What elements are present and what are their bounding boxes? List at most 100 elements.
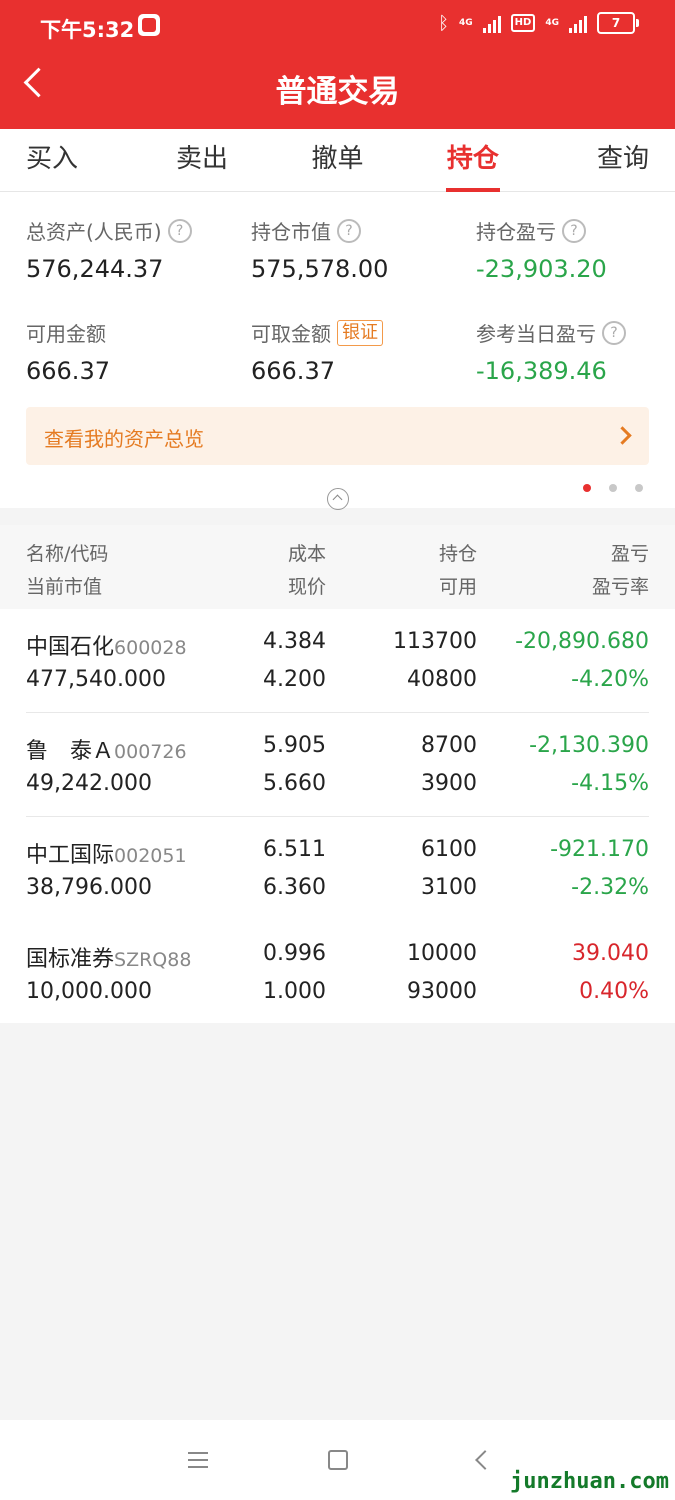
pnl-rate-value: -4.15%: [571, 771, 649, 796]
asset-overview-banner[interactable]: 查看我的资产总览: [26, 407, 649, 465]
stock-name: 国标准券: [26, 947, 115, 972]
available-value: 3100: [421, 875, 477, 900]
position-pnl-cell: 持仓盈亏? -23,903.20: [476, 216, 675, 283]
price-value: 5.660: [263, 771, 326, 796]
market-value-value: 575,578.00: [251, 255, 389, 283]
home-icon[interactable]: [328, 1450, 348, 1470]
table-row[interactable]: 中国石化600028 4.384 113700 -20,890.680 477,…: [0, 609, 675, 713]
menu-icon[interactable]: [188, 1452, 208, 1473]
header-market-value: 当前市值: [26, 576, 103, 598]
watermark: junzhuan.com: [510, 1469, 669, 1494]
withdrawable-value: 666.37: [251, 357, 335, 385]
daily-pnl-label: 参考当日盈亏: [476, 322, 596, 346]
total-assets-label: 总资产(人民币): [26, 220, 162, 244]
header-available: 可用: [438, 576, 477, 598]
cost-value: 5.905: [263, 733, 326, 758]
pnl-rate-value: -4.20%: [571, 667, 649, 692]
cost-value: 6.511: [263, 837, 326, 862]
pnl-value: -2,130.390: [529, 733, 649, 758]
stock-code: 002051: [114, 845, 187, 867]
stock-code: 600028: [114, 637, 187, 659]
signal-icon-2: [569, 13, 587, 33]
holding-value: 113700: [393, 629, 477, 654]
tab-cancel[interactable]: 撤单: [270, 129, 405, 191]
cost-value: 0.996: [263, 941, 326, 966]
available-value: 93000: [407, 979, 477, 1004]
status-icons: ᛒ 4G HD 4G 7: [438, 12, 639, 34]
market-value: 38,796.000: [26, 875, 152, 900]
market-value: 10,000.000: [26, 979, 152, 1004]
daily-pnl-value: -16,389.46: [476, 357, 607, 385]
pnl-value: 39.040: [572, 941, 649, 966]
chevron-right-icon: [613, 426, 632, 445]
table-row[interactable]: 鲁 泰Ａ000726 5.905 8700 -2,130.390 49,242.…: [0, 713, 675, 817]
header-pnl: 盈亏: [610, 543, 649, 565]
app-notification-icon: [138, 14, 160, 36]
market-value-cell: 持仓市值? 575,578.00: [251, 216, 461, 283]
tab-sell[interactable]: 卖出: [134, 129, 269, 191]
asset-summary: 总资产(人民币)? 576,244.37 持仓市值? 575,578.00 持仓…: [0, 192, 675, 510]
nav-back-icon[interactable]: [475, 1450, 495, 1470]
trade-tabs: 买入 卖出 撤单 持仓 查询: [0, 129, 675, 192]
positions-list: 中国石化600028 4.384 113700 -20,890.680 477,…: [0, 609, 675, 1023]
market-value: 477,540.000: [26, 667, 166, 692]
stock-name: 鲁 泰Ａ: [26, 739, 115, 764]
app-header: 下午5:32 ᛒ 4G HD 4G 7 普通交易: [0, 0, 675, 129]
tab-positions[interactable]: 持仓: [405, 129, 540, 192]
stock-code: SZRQ88: [114, 949, 192, 971]
holding-value: 10000: [407, 941, 477, 966]
status-time: 下午5:32: [40, 18, 135, 42]
page-indicator: [583, 484, 643, 492]
header-pnl-rate: 盈亏率: [591, 576, 649, 598]
page-title: 普通交易: [275, 74, 400, 110]
bank-transfer-badge[interactable]: 银证: [337, 319, 383, 346]
pnl-rate-value: -2.32%: [571, 875, 649, 900]
market-value-label: 持仓市值: [251, 220, 331, 244]
available-value: 40800: [407, 667, 477, 692]
tab-query[interactable]: 查询: [541, 129, 675, 191]
holding-value: 8700: [421, 733, 477, 758]
price-value: 4.200: [263, 667, 326, 692]
stock-name: 中国石化: [26, 635, 115, 660]
signal-icon: [482, 13, 501, 33]
position-pnl-label: 持仓盈亏: [476, 220, 556, 244]
pnl-value: -921.170: [550, 837, 649, 862]
pnl-rate-value: 0.40%: [579, 979, 649, 1004]
help-icon[interactable]: ?: [602, 320, 626, 345]
asset-overview-label: 查看我的资产总览: [44, 427, 204, 451]
holding-value: 6100: [421, 837, 477, 862]
table-row[interactable]: 国标准券SZRQ88 0.996 10000 39.040 10,000.000…: [0, 921, 675, 1025]
position-pnl-value: -23,903.20: [476, 255, 607, 283]
cost-value: 4.384: [263, 629, 326, 654]
header-price: 现价: [287, 576, 326, 598]
help-icon[interactable]: ?: [562, 218, 586, 243]
daily-pnl-cell: 参考当日盈亏? -16,389.46: [476, 318, 675, 385]
help-icon[interactable]: ?: [337, 218, 361, 243]
header-holding: 持仓: [438, 543, 477, 565]
hd-icon: HD: [510, 14, 536, 32]
battery-icon: 7: [597, 12, 639, 34]
page-dot: [609, 484, 617, 492]
available-label: 可用金额: [26, 322, 106, 346]
tab-buy[interactable]: 买入: [0, 129, 134, 191]
collapse-up-icon[interactable]: [327, 488, 349, 510]
header-name-code: 名称/代码: [26, 543, 109, 565]
total-assets-value: 576,244.37: [26, 255, 164, 283]
withdrawable-cell: 可取金额 银证 666.37: [251, 318, 461, 385]
price-value: 1.000: [263, 979, 326, 1004]
positions-table-header: 名称/代码 成本 持仓 盈亏 当前市值 现价 可用 盈亏率: [0, 525, 675, 609]
withdrawable-label: 可取金额: [251, 322, 331, 346]
header-cost: 成本: [287, 543, 326, 565]
page-dot-active: [583, 484, 591, 492]
market-value: 49,242.000: [26, 771, 152, 796]
price-value: 6.360: [263, 875, 326, 900]
network-type-1: 4G: [459, 18, 473, 28]
stock-code: 000726: [114, 741, 187, 763]
page-dot: [635, 484, 643, 492]
available-value: 666.37: [26, 357, 110, 385]
available-value: 3900: [421, 771, 477, 796]
help-icon[interactable]: ?: [167, 218, 192, 243]
total-assets-cell: 总资产(人民币)? 576,244.37: [26, 216, 236, 283]
table-row[interactable]: 中工国际002051 6.511 6100 -921.170 38,796.00…: [0, 817, 675, 921]
stock-name: 中工国际: [26, 843, 115, 868]
